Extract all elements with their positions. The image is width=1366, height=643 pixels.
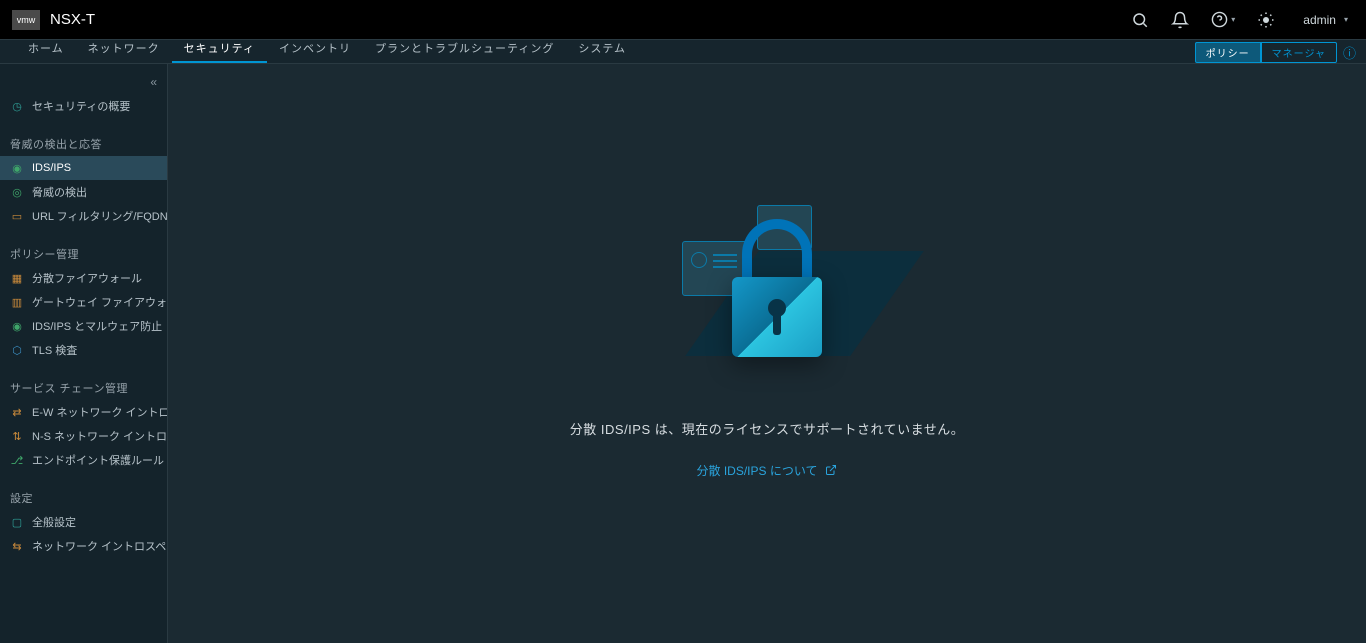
sidebar-item-label: 分散ファイアウォール	[32, 270, 142, 286]
network-introspect-icon: ⇆	[10, 539, 24, 553]
sidebar-item-endpoint[interactable]: ⎇ エンドポイント保護ルール	[0, 448, 167, 472]
nav-security[interactable]: セキュリティ	[172, 36, 267, 63]
sidebar-item-general[interactable]: ▢ 全般設定	[0, 510, 167, 534]
sidebar-item-label: E-W ネットワーク イントロス...	[32, 404, 167, 420]
sidebar-collapse-button[interactable]: «	[0, 70, 167, 94]
help-menu[interactable]: ▾	[1211, 11, 1235, 28]
main-nav: ホーム ネットワーク セキュリティ インベントリ プランとトラブルシューティング…	[0, 40, 1366, 64]
main-content: 分散 IDS/IPS は、現在のライセンスでサポートされていません。 分散 ID…	[168, 64, 1366, 643]
sidebar-item-label: TLS 検査	[32, 342, 77, 358]
shield-icon: ◉	[10, 161, 24, 175]
nav-inventory[interactable]: インベントリ	[267, 36, 363, 63]
license-message: 分散 IDS/IPS は、現在のライセンスでサポートされていません。	[570, 419, 964, 438]
search-icon[interactable]	[1131, 11, 1149, 29]
lock-icon: ⬡	[10, 343, 24, 357]
sidebar-item-label: 脅威の検出	[32, 184, 87, 200]
sidebar-item-label: ネットワーク イントロスペク...	[32, 538, 167, 554]
external-link-icon	[825, 464, 837, 476]
gateway-icon: ▥	[10, 295, 24, 309]
sidebar-item-label: ゲートウェイ ファイアウォール	[32, 294, 167, 310]
mode-manager-button[interactable]: マネージャ	[1261, 42, 1337, 63]
network-ew-icon: ⇄	[10, 405, 24, 419]
bug-icon: ◉	[10, 319, 24, 333]
dashboard-icon: ◷	[10, 99, 24, 113]
nav-plan[interactable]: プランとトラブルシューティング	[363, 36, 566, 63]
nav-network[interactable]: ネットワーク	[76, 36, 172, 63]
theme-toggle-icon[interactable]	[1257, 11, 1275, 29]
filter-icon: ▭	[10, 209, 24, 223]
sidebar-overview[interactable]: ◷ セキュリティの概要	[0, 94, 167, 118]
product-title: NSX-T	[50, 11, 95, 28]
sidebar-item-label: IDS/IPS	[32, 162, 71, 174]
info-icon[interactable]: ⓘ	[1343, 43, 1356, 62]
bell-icon[interactable]	[1171, 11, 1189, 29]
sidebar: « ◷ セキュリティの概要 脅威の検出と応答 ◉ IDS/IPS ◎ 脅威の検出…	[0, 64, 168, 643]
sidebar-item-label: N-S ネットワーク イントロス...	[32, 428, 167, 444]
sidebar-item-ns-introspect[interactable]: ⇅ N-S ネットワーク イントロス...	[0, 424, 167, 448]
user-label: admin	[1303, 13, 1336, 27]
sidebar-section-service: サービス チェーン管理	[0, 372, 167, 400]
sidebar-item-dist-fw[interactable]: ▦ 分散ファイアウォール	[0, 266, 167, 290]
nav-home[interactable]: ホーム	[16, 36, 76, 63]
sidebar-item-label: 全般設定	[32, 514, 76, 530]
network-ns-icon: ⇅	[10, 429, 24, 443]
sidebar-item-label: URL フィルタリング/FQDN ...	[32, 208, 167, 224]
sidebar-section-threat: 脅威の検出と応答	[0, 128, 167, 156]
sidebar-item-threat-detect[interactable]: ◎ 脅威の検出	[0, 180, 167, 204]
app-header: vmw NSX-T ▾ admin ▾	[0, 0, 1366, 40]
user-menu[interactable]: admin ▾	[1297, 13, 1354, 27]
mode-policy-button[interactable]: ポリシー	[1195, 42, 1261, 63]
lock-illustration	[637, 199, 897, 379]
sidebar-item-tls[interactable]: ⬡ TLS 検査	[0, 338, 167, 362]
learn-more-link[interactable]: 分散 IDS/IPS について	[696, 462, 837, 479]
sidebar-item-net-introspect[interactable]: ⇆ ネットワーク イントロスペク...	[0, 534, 167, 558]
empty-state: 分散 IDS/IPS は、現在のライセンスでサポートされていません。 分散 ID…	[570, 199, 964, 479]
radar-icon: ◎	[10, 185, 24, 199]
sidebar-item-gw-fw[interactable]: ▥ ゲートウェイ ファイアウォール	[0, 290, 167, 314]
link-label: 分散 IDS/IPS について	[696, 462, 817, 479]
nav-system[interactable]: システム	[566, 36, 638, 63]
sidebar-item-label: セキュリティの概要	[32, 98, 130, 114]
sidebar-item-label: IDS/IPS とマルウェア防止	[32, 318, 162, 334]
sidebar-section-policy: ポリシー管理	[0, 238, 167, 266]
vmware-logo: vmw	[12, 10, 40, 30]
sidebar-item-ids-ips[interactable]: ◉ IDS/IPS	[0, 156, 167, 180]
sidebar-section-settings: 設定	[0, 482, 167, 510]
sidebar-item-ids-malware[interactable]: ◉ IDS/IPS とマルウェア防止	[0, 314, 167, 338]
settings-icon: ▢	[10, 515, 24, 529]
sidebar-item-label: エンドポイント保護ルール	[32, 452, 164, 468]
chevron-down-icon: ▾	[1231, 15, 1235, 24]
chevron-down-icon: ▾	[1344, 15, 1348, 24]
endpoint-icon: ⎇	[10, 453, 24, 467]
sidebar-item-ew-introspect[interactable]: ⇄ E-W ネットワーク イントロス...	[0, 400, 167, 424]
firewall-icon: ▦	[10, 271, 24, 285]
sidebar-item-url-filter[interactable]: ▭ URL フィルタリング/FQDN ...	[0, 204, 167, 228]
